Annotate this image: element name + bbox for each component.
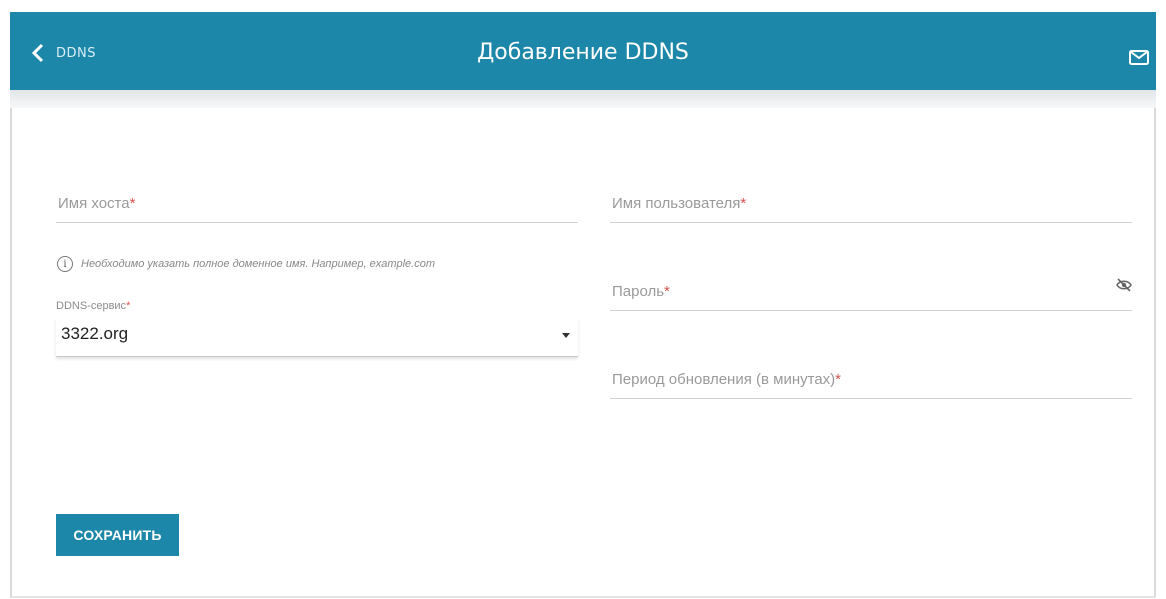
hostname-hint: i Необходимо указать полное доменное имя… xyxy=(57,256,435,272)
ddns-service-label: DDNS-сервис* xyxy=(56,300,131,312)
chevron-down-icon xyxy=(562,333,570,338)
header-bar: DDNS Добавление DDNS xyxy=(10,12,1156,90)
eye-off-icon[interactable] xyxy=(1116,278,1132,292)
username-field[interactable]: Имя пользователя* xyxy=(610,170,1132,223)
page-title: Добавление DDNS xyxy=(477,40,689,65)
hostname-label: Имя хоста* xyxy=(58,195,136,212)
envelope-icon[interactable] xyxy=(1128,46,1150,68)
info-icon: i xyxy=(57,256,73,272)
form-card: Имя хоста* i Необходимо указать полное д… xyxy=(10,108,1156,598)
password-field[interactable]: Пароль* xyxy=(610,258,1132,311)
app-frame: DDNS Добавление DDNS Имя хоста* i Необхо… xyxy=(10,12,1156,598)
update-period-label: Период обновления (в минутах)* xyxy=(612,371,841,388)
ddns-service-value: 3322.org xyxy=(61,324,129,343)
update-period-field[interactable]: Период обновления (в минутах)* xyxy=(610,346,1132,399)
password-label: Пароль* xyxy=(612,283,670,300)
ddns-service-select[interactable]: 3322.org xyxy=(56,318,578,357)
username-label: Имя пользователя* xyxy=(612,195,747,212)
hint-text: Необходимо указать полное доменное имя. … xyxy=(81,258,435,270)
save-button[interactable]: СОХРАНИТЬ xyxy=(56,514,179,556)
hostname-field[interactable]: Имя хоста* xyxy=(56,170,578,223)
